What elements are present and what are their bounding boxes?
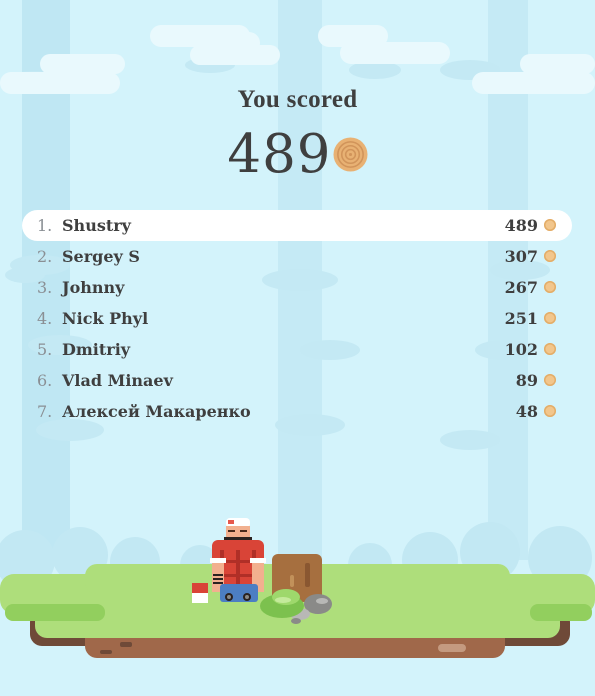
player-name: Johnny xyxy=(62,278,125,297)
final-score: 489 xyxy=(227,124,332,185)
leaderboard-rank: 5. xyxy=(37,340,53,359)
coin-icon xyxy=(544,281,556,293)
player-score: 48 xyxy=(515,402,538,421)
leaderboard-row: 6. Vlad Minaev 89 xyxy=(22,365,572,396)
player-name: Dmitriy xyxy=(62,340,131,359)
player-name: Sergey S xyxy=(62,247,140,266)
leaderboard-row: 7. Алексей Макаренко 48 xyxy=(22,396,572,427)
result-score-group: 489 xyxy=(0,124,595,185)
player-score: 251 xyxy=(504,309,538,328)
lumberjack-character xyxy=(210,518,266,602)
leaderboard-row: 2. Sergey S 307 xyxy=(22,241,572,272)
player-name: Vlad Minaev xyxy=(62,371,173,390)
player-score: 102 xyxy=(504,340,538,359)
leaderboard: 1. Shustry 489 2. Sergey S 307 3. Johnny… xyxy=(22,210,572,427)
leaderboard-rank: 1. xyxy=(37,216,53,235)
player-score: 267 xyxy=(504,278,538,297)
axe xyxy=(192,583,208,603)
player-name: Shustry xyxy=(62,216,131,235)
leaderboard-rank: 7. xyxy=(37,402,53,421)
leaderboard-row: 5. Dmitriy 102 xyxy=(22,334,572,365)
leaderboard-row: 4. Nick Phyl 251 xyxy=(22,303,572,334)
coin-icon xyxy=(544,405,556,417)
coin-icon xyxy=(544,219,556,231)
result-title: You scored xyxy=(237,86,358,113)
player-score: 489 xyxy=(504,216,538,235)
leaderboard-rank: 6. xyxy=(37,371,53,390)
coin-icon xyxy=(544,343,556,355)
coin-icon xyxy=(544,250,556,262)
player-score: 89 xyxy=(515,371,538,390)
game-over-screen: You scored 489 1. Shustry 489 2. Sergey … xyxy=(0,0,595,696)
leaderboard-rank: 2. xyxy=(37,247,53,266)
leaderboard-rank: 3. xyxy=(37,278,53,297)
player-name: Nick Phyl xyxy=(62,309,149,328)
leaderboard-rank: 4. xyxy=(37,309,53,328)
wood-ring-coin-icon xyxy=(333,137,368,172)
coin-icon xyxy=(544,374,556,386)
coin-icon xyxy=(544,312,556,324)
player-name: Алексей Макаренко xyxy=(62,402,251,421)
player-score: 307 xyxy=(504,247,538,266)
leaderboard-row: 3. Johnny 267 xyxy=(22,272,572,303)
leaderboard-row-highlighted: 1. Shustry 489 xyxy=(22,210,572,241)
